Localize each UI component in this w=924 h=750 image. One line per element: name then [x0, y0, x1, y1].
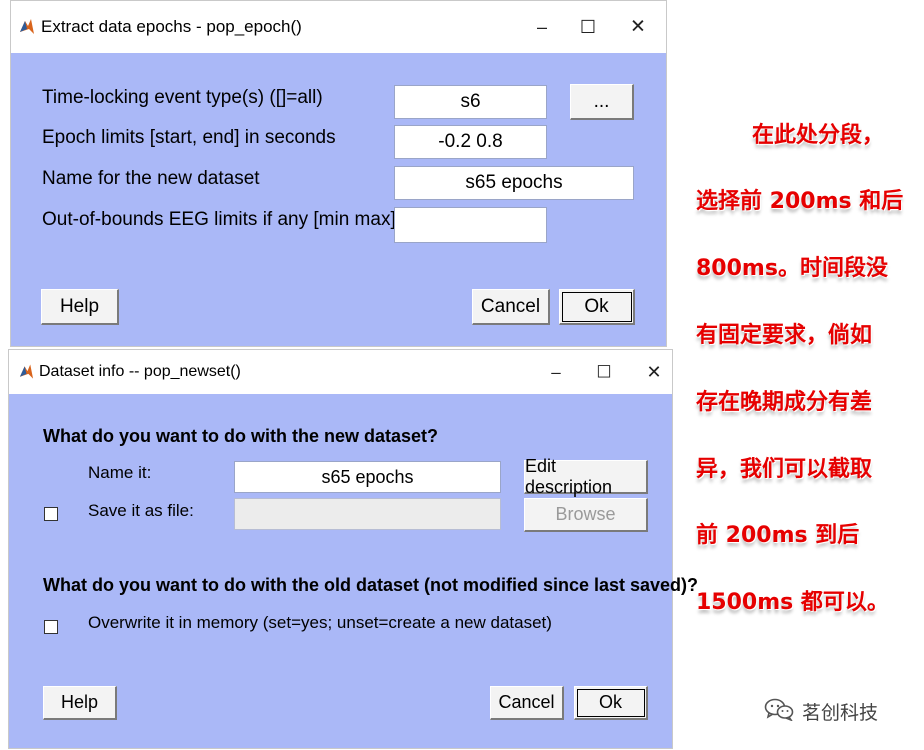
save-file-path-input[interactable]	[234, 498, 501, 530]
annotation-line: 800ms。时间段没	[696, 256, 888, 281]
epoch-limits-input[interactable]: -0.2 0.8	[394, 125, 547, 159]
annotation-line: 前 200ms 到后	[696, 523, 860, 548]
annotation-line: 异，我们可以截取	[696, 457, 873, 482]
newset-dialog-titlebar[interactable]: Dataset info -- pop_newset() – ☐ ✕	[9, 350, 672, 394]
help-button[interactable]: Help	[41, 289, 119, 325]
epoch-dialog-body: Time-locking event type(s) ([]=all) s6 .…	[11, 53, 666, 346]
overwrite-label: Overwrite it in memory (set=yes; unset=c…	[88, 613, 552, 632]
annotation-line: 选择前 200ms 和后	[696, 189, 904, 214]
newset-dialog-body: What do you want to do with the new data…	[9, 394, 698, 748]
annotation-line: 存在晚期成分有差	[696, 390, 873, 415]
annotation-line: 在此处分段，	[752, 123, 885, 148]
maximize-button[interactable]: ☐	[592, 364, 616, 381]
cancel-button[interactable]: Cancel	[472, 289, 550, 325]
annotation-line: 有固定要求，倘如	[696, 323, 873, 348]
new-dataset-name-input[interactable]: s65 epochs	[394, 166, 634, 200]
epoch-dialog-titlebar[interactable]: Extract data epochs - pop_epoch() – ☐ ✕	[11, 1, 666, 53]
overwrite-checkbox[interactable]	[44, 620, 58, 634]
dataset-name-input[interactable]: s65 epochs	[234, 461, 501, 493]
browse-button[interactable]: Browse	[524, 498, 648, 532]
minimize-button[interactable]: –	[529, 18, 555, 36]
edit-description-button[interactable]: Edit description	[524, 456, 648, 497]
minimize-button[interactable]: –	[544, 364, 568, 381]
epoch-dialog-title: Extract data epochs - pop_epoch()	[41, 17, 302, 36]
new-dataset-heading: What do you want to do with the new data…	[43, 426, 438, 446]
maximize-button[interactable]: ☐	[575, 18, 601, 36]
ok-button[interactable]: Ok	[574, 686, 648, 720]
save-as-file-label: Save it as file:	[88, 501, 194, 520]
matlab-logo-icon	[19, 364, 34, 379]
help-button[interactable]: Help	[43, 686, 117, 720]
event-type-input[interactable]: s6	[394, 85, 547, 119]
old-dataset-heading: What do you want to do with the old data…	[43, 575, 699, 595]
name-it-label: Name it:	[88, 463, 152, 482]
matlab-logo-icon	[20, 19, 34, 34]
ok-button[interactable]: Ok	[559, 289, 635, 325]
watermark-text: 茗创科技	[802, 702, 879, 724]
newset-dialog-title: Dataset info -- pop_newset()	[39, 363, 241, 380]
event-type-label: Time-locking event type(s) ([]=all)	[42, 87, 323, 108]
new-dataset-name-label: Name for the new dataset	[42, 168, 260, 189]
annotation-line: 1500ms 都可以。	[696, 590, 889, 615]
wechat-icon	[764, 698, 794, 721]
close-button[interactable]: ✕	[625, 18, 651, 37]
cancel-button[interactable]: Cancel	[490, 686, 564, 720]
save-as-file-checkbox[interactable]	[44, 507, 58, 521]
eeg-limits-input[interactable]	[394, 207, 547, 243]
epoch-dialog-window: Extract data epochs - pop_epoch() – ☐ ✕ …	[10, 0, 667, 347]
close-button[interactable]: ✕	[642, 363, 666, 381]
eeg-limits-label: Out-of-bounds EEG limits if any [min max…	[42, 209, 396, 230]
newset-dialog-window: Dataset info -- pop_newset() – ☐ ✕ What …	[8, 349, 698, 749]
epoch-limits-label: Epoch limits [start, end] in seconds	[42, 127, 336, 148]
browse-events-button[interactable]: ...	[570, 84, 634, 120]
